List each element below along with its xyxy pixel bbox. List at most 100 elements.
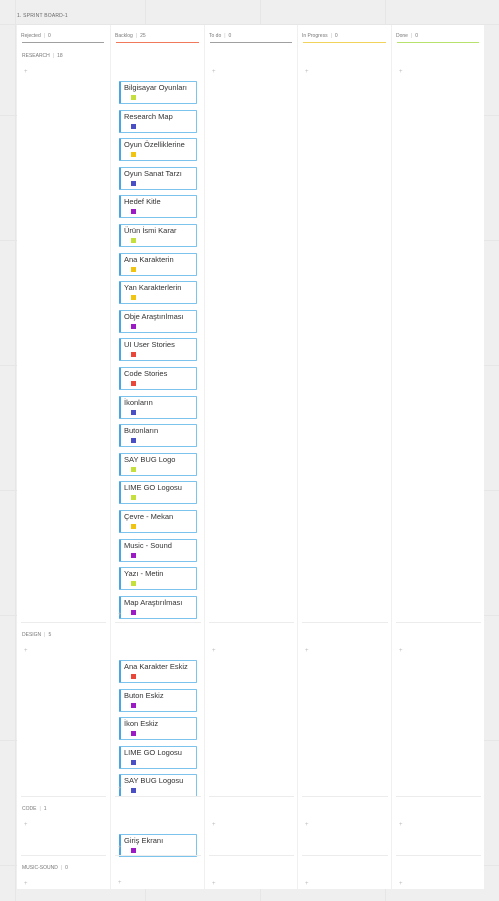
task-card[interactable]: Hedef Kitle (119, 195, 197, 219)
task-card[interactable]: Research Map (119, 109, 197, 133)
add-card-button[interactable]: + (212, 881, 216, 887)
swimlane-divider (209, 796, 294, 797)
column-header[interactable]: Rejected | 0 (21, 30, 105, 42)
swimlane-divider (21, 796, 106, 797)
task-card[interactable]: Yazı - Metin (119, 567, 197, 591)
column-in-progress: In Progress | 0 + + + + (297, 25, 392, 889)
swimlane-divider (302, 622, 388, 623)
task-card[interactable]: Çevre - Mekan (119, 510, 197, 533)
task-card[interactable]: SAY BUG Logo (119, 452, 197, 476)
card-tag (131, 731, 136, 737)
add-card-button[interactable]: + (212, 69, 216, 75)
swimlane-divider (115, 622, 201, 623)
task-card[interactable]: Code Stories (119, 367, 197, 390)
card-tag (131, 209, 136, 215)
add-card-button[interactable]: + (399, 881, 403, 887)
column-count: 0 (415, 33, 419, 39)
add-card-button[interactable]: + (24, 69, 28, 75)
add-card-button[interactable]: + (212, 648, 216, 654)
add-card-button[interactable]: + (118, 612, 122, 618)
task-card[interactable]: Oyun Sanat Tarzı (119, 166, 197, 190)
card-title: Oyun Sanat Tarzı (124, 168, 182, 178)
swimlane-name: MUSIC-SOUND (22, 865, 58, 871)
task-card[interactable]: UI User Stories (119, 338, 197, 362)
swimlane-label[interactable]: CODE | 1 (22, 806, 47, 812)
task-card[interactable]: Oyun Özelliklerine (119, 138, 197, 162)
add-card-button[interactable]: + (305, 69, 309, 75)
card-tag (131, 788, 136, 794)
card-title: Ana Karakter Eskiz (124, 662, 188, 671)
separator: | (135, 33, 138, 39)
swimlane-label[interactable]: RESEARCH | 18 (22, 53, 63, 59)
column-header[interactable]: In Progress | 0 (302, 30, 387, 42)
column-rejected: Rejected | 0 RESEARCH | 18 + DESIGN | 5 + CODE | 1 + MU… (17, 25, 110, 889)
task-card[interactable]: Buton Eskiz (119, 688, 197, 712)
column-name: In Progress (302, 33, 328, 39)
task-card[interactable]: Map Araştırılması (119, 595, 197, 619)
card-title: Yazı - Metin (124, 569, 164, 579)
column-name: Backlog (115, 33, 133, 39)
add-card-button[interactable]: + (399, 822, 403, 828)
task-card[interactable]: Ürün İsmi Karar (119, 224, 197, 247)
add-card-button[interactable]: + (305, 822, 309, 828)
task-card[interactable]: LIME GO Logosu (119, 745, 197, 769)
add-card-button[interactable]: + (305, 648, 309, 654)
column-backlog: Backlog | 25 Bilgisayar Oyunları Research Ma… (110, 25, 205, 889)
task-card[interactable]: İkon Eskiz (119, 717, 197, 741)
card-tag (131, 674, 136, 679)
swimlane-divider (209, 622, 294, 623)
task-card[interactable]: Obje Araştırılması (119, 309, 197, 333)
task-card[interactable]: Ana Karakterin (119, 252, 197, 276)
swimlane-divider (21, 855, 106, 856)
column-done: Done | 0 + + + + (391, 25, 485, 889)
task-card[interactable]: Giriş Ekranı (119, 834, 197, 857)
add-card-button[interactable]: + (212, 822, 216, 828)
card-tag (131, 152, 136, 158)
card-tag (131, 438, 136, 444)
card-title: Buton Eskiz (124, 690, 164, 700)
card-tag (131, 759, 136, 765)
column-color-bar (397, 42, 479, 43)
task-card[interactable]: Ana Karakter Eskiz (119, 660, 197, 683)
card-tag (131, 524, 136, 529)
column-header[interactable]: Done | 0 (396, 30, 480, 42)
swimlane-label[interactable]: MUSIC-SOUND | 0 (22, 865, 68, 871)
swimlane-count: 18 (57, 53, 63, 59)
card-tag (131, 123, 136, 129)
add-card-button[interactable]: + (24, 822, 28, 828)
task-card[interactable]: Bilgisayar Oyunları (119, 81, 197, 104)
add-card-button[interactable]: + (305, 881, 309, 887)
card-title: Giriş Ekranı (124, 836, 164, 845)
swimlane-divider (115, 796, 201, 797)
card-title: Obje Araştırılması (124, 311, 184, 321)
card-title: SAY BUG Logo (124, 454, 176, 464)
add-card-button[interactable]: + (118, 845, 122, 851)
add-card-button[interactable]: + (118, 880, 122, 886)
card-tag (131, 352, 136, 358)
task-card[interactable]: Butonların (119, 424, 197, 448)
task-card[interactable]: SAY BUG Logosu (119, 774, 197, 798)
swimlane-label[interactable]: DESIGN | 5 (22, 632, 51, 638)
add-card-button[interactable]: + (399, 648, 403, 654)
column-header[interactable]: Backlog | 25 (115, 30, 200, 42)
separator: | (44, 632, 46, 638)
card-title: UI User Stories (124, 340, 175, 350)
add-card-button[interactable]: + (118, 786, 122, 792)
card-tag (131, 848, 136, 853)
task-card[interactable]: İkonların (119, 395, 197, 419)
frame-title[interactable]: 1. SPRINT BOARD-1 (17, 13, 68, 19)
task-card[interactable]: Yan Karakterlerin (119, 281, 197, 305)
column-header[interactable]: To do | 0 (209, 30, 293, 42)
card-title: Oyun Özelliklerine (124, 140, 185, 150)
add-card-button[interactable]: + (24, 881, 28, 887)
card-tag (131, 381, 136, 386)
swimlane-name: CODE (22, 806, 37, 812)
add-card-button[interactable]: + (399, 69, 403, 75)
card-title: Butonların (124, 426, 159, 436)
task-card[interactable]: Music - Sound (119, 538, 197, 562)
swimlane-divider (209, 855, 294, 856)
add-card-button[interactable]: + (24, 648, 28, 654)
swimlane-divider (396, 796, 481, 797)
task-card[interactable]: LIME GO Logosu (119, 481, 197, 505)
column-color-bar (303, 42, 386, 43)
